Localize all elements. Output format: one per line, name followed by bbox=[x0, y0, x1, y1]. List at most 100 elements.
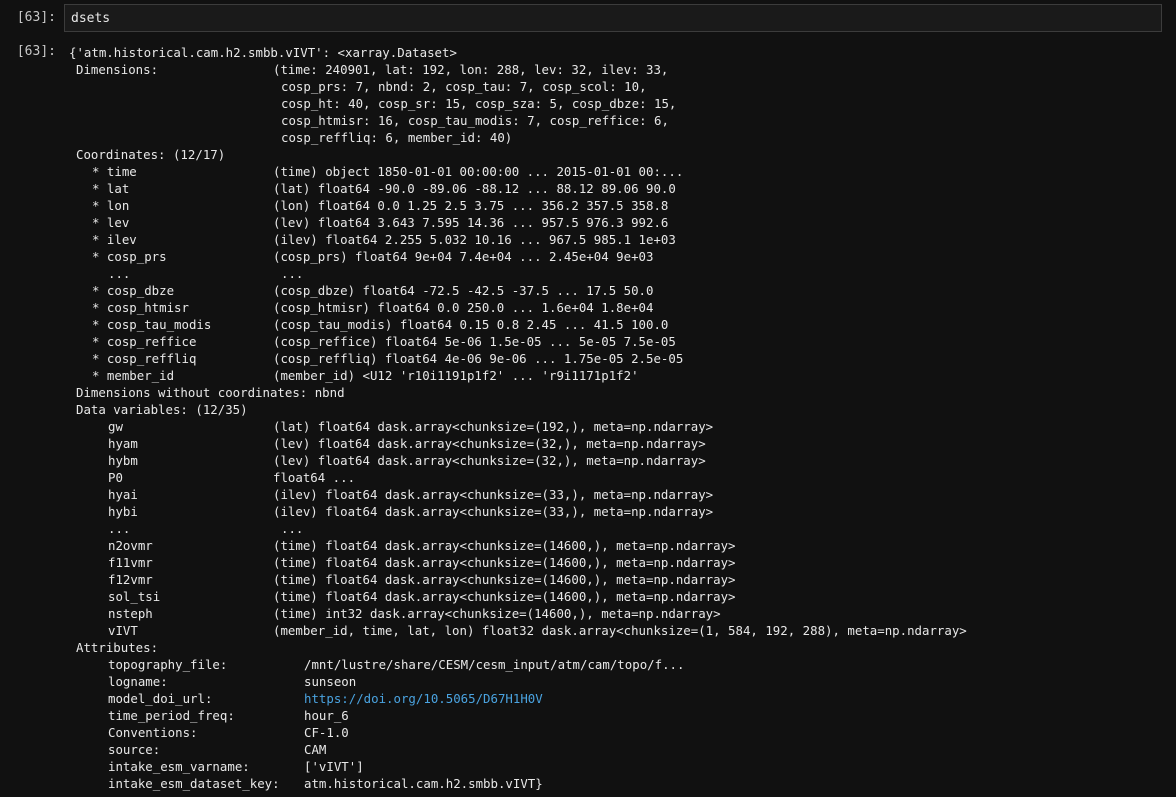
coordinate-row: * ilev (ilev) float64 2.255 5.032 10.16 .… bbox=[69, 231, 1172, 248]
doi-link[interactable]: https://doi.org/10.5065/D67H1H0V bbox=[304, 690, 543, 707]
attribute-row: source: CAM bbox=[69, 741, 1172, 758]
attribute-row: intake_esm_dataset_key: atm.historical.ca… bbox=[69, 775, 1172, 792]
data-variable-name: sol_tsi bbox=[108, 589, 161, 604]
data-variable-ellipsis-value: ... bbox=[281, 521, 304, 536]
coordinate-ellipsis: ... bbox=[108, 266, 131, 281]
attribute-row: logname: sunseon bbox=[69, 673, 1172, 690]
attribute-row: Conventions: CF-1.0 bbox=[69, 724, 1172, 741]
attributes-label: Attributes: bbox=[76, 640, 159, 655]
dimensions-line: cosp_reffliq: 6, member_id: 40) bbox=[69, 129, 1172, 146]
dimensions-value: cosp_prs: 7, nbnd: 2, cosp_tau: 7, cosp_… bbox=[281, 79, 647, 94]
attribute-name: intake_esm_varname: bbox=[108, 759, 250, 774]
attribute-name: model_doi_url: bbox=[108, 691, 213, 706]
coordinate-name: * cosp_htmisr bbox=[92, 300, 189, 315]
data-variable-name: nsteph bbox=[108, 606, 153, 621]
data-variable-row: hyam (lev) float64 dask.array<chunksize=(… bbox=[69, 435, 1172, 452]
output-header: {'atm.historical.cam.h2.smbb.vIVT': <xar… bbox=[69, 45, 457, 60]
coordinate-row: * cosp_tau_modis (cosp_tau_modis) float64… bbox=[69, 316, 1172, 333]
coordinate-ellipsis-value: ... bbox=[281, 266, 304, 281]
coordinate-row: * cosp_htmisr (cosp_htmisr) float64 0.0 2… bbox=[69, 299, 1172, 316]
data-variable-value: (time) float64 dask.array<chunksize=(146… bbox=[273, 555, 736, 570]
attribute-value: hour_6 bbox=[304, 708, 349, 723]
attribute-value: CF-1.0 bbox=[304, 725, 349, 740]
coordinate-row: * member_id (member_id) <U12 'r10i1191p1f… bbox=[69, 367, 1172, 384]
dimensions-line: Dimensions: (time: 240901, lat: 192, lon… bbox=[69, 61, 1172, 78]
coordinate-name: * cosp_dbze bbox=[92, 283, 175, 298]
output-prompt: [63]: bbox=[16, 44, 56, 59]
dimensions-value: cosp_ht: 40, cosp_sr: 15, cosp_sza: 5, c… bbox=[281, 96, 677, 111]
data-variable-row: hyai (ilev) float64 dask.array<chunksize=… bbox=[69, 486, 1172, 503]
coordinate-name: * lev bbox=[92, 215, 130, 230]
attribute-value: atm.historical.cam.h2.smbb.vIVT} bbox=[304, 776, 543, 791]
data-variable-name: gw bbox=[108, 419, 123, 434]
data-variable-row: hybi (ilev) float64 dask.array<chunksize=… bbox=[69, 503, 1172, 520]
attribute-value: CAM bbox=[304, 742, 327, 757]
data-variable-name: hyai bbox=[108, 487, 138, 502]
coordinate-value: (ilev) float64 2.255 5.032 10.16 ... 967… bbox=[273, 232, 676, 247]
data-variable-value: (lev) float64 dask.array<chunksize=(32,)… bbox=[273, 453, 706, 468]
dims-without-coords: Dimensions without coordinates: nbnd bbox=[76, 385, 345, 400]
attribute-row: model_doi_url: https://doi.org/10.5065/D6… bbox=[69, 690, 1172, 707]
code-text[interactable]: dsets bbox=[71, 11, 110, 26]
coordinate-name: * lon bbox=[92, 198, 130, 213]
data-variable-row: sol_tsi (time) float64 dask.array<chunksi… bbox=[69, 588, 1172, 605]
data-variable-value: (time) float64 dask.array<chunksize=(146… bbox=[273, 538, 736, 553]
data-variable-row: vIVT (member_id, time, lat, lon) float32 … bbox=[69, 622, 1172, 639]
coordinate-name: * cosp_prs bbox=[92, 249, 167, 264]
coordinate-value: (cosp_reffice) float64 5e-06 1.5e-05 ...… bbox=[273, 334, 676, 349]
data-variable-value: (lev) float64 dask.array<chunksize=(32,)… bbox=[273, 436, 706, 451]
coordinate-row: * time (time) object 1850-01-01 00:00:00 … bbox=[69, 163, 1172, 180]
data-variable-row: f11vmr (time) float64 dask.array<chunksiz… bbox=[69, 554, 1172, 571]
cell-output: {'atm.historical.cam.h2.smbb.vIVT': <xar… bbox=[69, 44, 1172, 792]
attribute-name: Conventions: bbox=[108, 725, 198, 740]
data-variable-row: f12vmr (time) float64 dask.array<chunksiz… bbox=[69, 571, 1172, 588]
data-variable-name: hybm bbox=[108, 453, 138, 468]
attribute-name: time_period_freq: bbox=[108, 708, 235, 723]
coordinate-value: (cosp_reffliq) float64 4e-06 9e-06 ... 1… bbox=[273, 351, 684, 366]
coordinate-value: (lev) float64 3.643 7.595 14.36 ... 957.… bbox=[273, 215, 669, 230]
data-variable-value: (time) int32 dask.array<chunksize=(14600… bbox=[273, 606, 721, 621]
attribute-name: source: bbox=[108, 742, 161, 757]
data-variable-name: vIVT bbox=[108, 623, 138, 638]
coordinate-row: * cosp_reffice (cosp_reffice) float64 5e-… bbox=[69, 333, 1172, 350]
output-header-line: {'atm.historical.cam.h2.smbb.vIVT': <xar… bbox=[69, 44, 1172, 61]
data-variable-ellipsis-row: ...... bbox=[69, 520, 1172, 537]
code-input[interactable]: dsets bbox=[64, 4, 1162, 32]
coordinate-name: * cosp_reffice bbox=[92, 334, 197, 349]
dimensions-value: (time: 240901, lat: 192, lon: 288, lev: … bbox=[273, 62, 669, 77]
data-variable-name: n2ovmr bbox=[108, 538, 153, 553]
coordinate-value: (lat) float64 -90.0 -89.06 -88.12 ... 88… bbox=[273, 181, 676, 196]
attribute-name: topography_file: bbox=[108, 657, 228, 672]
coordinate-row: * cosp_prs (cosp_prs) float64 9e+04 7.4e+… bbox=[69, 248, 1172, 265]
attribute-row: intake_esm_varname: ['vIVT'] bbox=[69, 758, 1172, 775]
coordinate-row: * lev (lev) float64 3.643 7.595 14.36 ...… bbox=[69, 214, 1172, 231]
coordinate-name: * ilev bbox=[92, 232, 137, 247]
attribute-row: topography_file: /mnt/lustre/share/CESM/c… bbox=[69, 656, 1172, 673]
data-variable-name: hyam bbox=[108, 436, 138, 451]
data-variable-row: nsteph (time) int32 dask.array<chunksize=… bbox=[69, 605, 1172, 622]
coordinate-name: * time bbox=[92, 164, 137, 179]
dimensions-value: cosp_reffliq: 6, member_id: 40) bbox=[281, 130, 513, 145]
data-variable-value: (time) float64 dask.array<chunksize=(146… bbox=[273, 589, 736, 604]
attribute-name: intake_esm_dataset_key: bbox=[108, 776, 280, 791]
dims-without-coords-line: Dimensions without coordinates: nbnd bbox=[69, 384, 1172, 401]
attribute-value: ['vIVT'] bbox=[304, 759, 364, 774]
coordinates-label: Coordinates: (12/17) bbox=[76, 147, 226, 162]
data-variable-value: (time) float64 dask.array<chunksize=(146… bbox=[273, 572, 736, 587]
coordinate-ellipsis-row: ...... bbox=[69, 265, 1172, 282]
coordinate-row: * lat (lat) float64 -90.0 -89.06 -88.12 .… bbox=[69, 180, 1172, 197]
data-variable-row: hybm (lev) float64 dask.array<chunksize=(… bbox=[69, 452, 1172, 469]
data-variables-label: Data variables: (12/35) bbox=[76, 402, 248, 417]
data-variable-value: float64 ... bbox=[273, 470, 356, 485]
data-variable-value: (ilev) float64 dask.array<chunksize=(33,… bbox=[273, 487, 714, 502]
data-variable-name: f11vmr bbox=[108, 555, 153, 570]
data-variable-ellipsis: ... bbox=[108, 521, 131, 536]
coordinate-row: * cosp_dbze (cosp_dbze) float64 -72.5 -42… bbox=[69, 282, 1172, 299]
dimensions-label: Dimensions: bbox=[76, 62, 159, 77]
dimensions-line: cosp_prs: 7, nbnd: 2, cosp_tau: 7, cosp_… bbox=[69, 78, 1172, 95]
coordinate-row: * lon (lon) float64 0.0 1.25 2.5 3.75 ...… bbox=[69, 197, 1172, 214]
coordinate-value: (cosp_prs) float64 9e+04 7.4e+04 ... 2.4… bbox=[273, 249, 654, 264]
attribute-value: /mnt/lustre/share/CESM/cesm_input/atm/ca… bbox=[304, 657, 685, 672]
data-variable-name: P0 bbox=[108, 470, 123, 485]
coordinate-value: (lon) float64 0.0 1.25 2.5 3.75 ... 356.… bbox=[273, 198, 669, 213]
